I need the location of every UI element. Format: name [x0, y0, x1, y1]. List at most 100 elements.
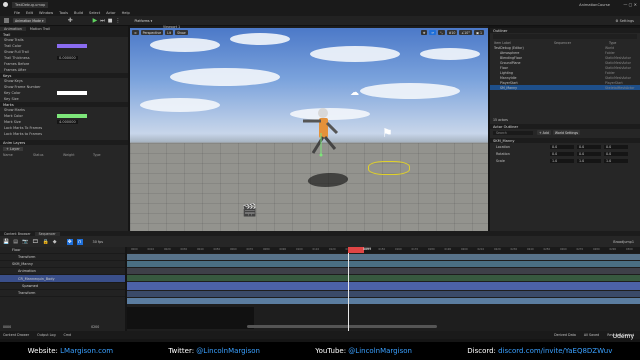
transform-y-input[interactable]: 0.0: [577, 151, 601, 156]
trail-color-swatch[interactable]: [57, 44, 87, 48]
playhead-marker[interactable]: [348, 247, 364, 253]
mark-color-swatch[interactable]: [57, 114, 87, 118]
transform-row: Rotation 0.0 0.0 0.0: [490, 150, 640, 157]
add-component-button[interactable]: + Add: [537, 130, 551, 135]
camera-speed-icon[interactable]: ▣ 1: [473, 30, 484, 35]
player-start-flag-icon[interactable]: ⚑: [382, 126, 393, 140]
window-controls[interactable]: — ▢ ✕: [623, 2, 637, 7]
transform-y-input[interactable]: 1.0: [577, 158, 601, 163]
key-icon[interactable]: ◆: [53, 239, 57, 245]
menu-select[interactable]: Select: [89, 11, 100, 15]
transform-z-input[interactable]: 0.0: [604, 144, 628, 149]
viewport-menu-button[interactable]: ≡: [132, 30, 139, 35]
track-row[interactable]: Transform: [0, 290, 125, 297]
step-icon[interactable]: ⏭: [100, 18, 105, 24]
outliner-row[interactable]: SM_Manny SkeletalMeshActor: [490, 85, 640, 90]
tab-content-browser[interactable]: Content Browser: [0, 232, 35, 236]
discord-link[interactable]: discord.com/invite/YaEQ8DZWuv: [498, 347, 612, 355]
menu-actor[interactable]: Actor: [106, 11, 115, 15]
save-sequence-icon[interactable]: 💾: [3, 239, 9, 245]
outliner-search[interactable]: [493, 34, 637, 39]
fps-dropdown[interactable]: 30 fps: [93, 240, 104, 244]
tab-motion-trail[interactable]: Motion Trail: [26, 27, 54, 31]
render-icon[interactable]: 🎞: [32, 239, 38, 245]
twitter-link[interactable]: @LincolnMargison: [196, 347, 260, 355]
outliner-row[interactable]: Floor StaticMeshActor: [490, 65, 640, 70]
output-log-button[interactable]: Output Log: [37, 333, 55, 337]
level-tab[interactable]: TestDebug.umap: [12, 1, 49, 8]
website-link[interactable]: LMargison.com: [60, 347, 113, 355]
track-row[interactable]: Spawned: [0, 283, 125, 290]
options-icon[interactable]: ⋮: [115, 18, 120, 24]
key-color-swatch[interactable]: [57, 91, 87, 95]
outliner-item-type: StaticMeshActor: [605, 60, 631, 65]
breadcrumb-sequence[interactable]: BroadJump1: [613, 240, 634, 244]
youtube-link[interactable]: @LincolnMargison: [348, 347, 412, 355]
grid-snap-icon[interactable]: #10: [446, 30, 458, 35]
track-row[interactable]: Animation: [0, 268, 125, 275]
tab-animation[interactable]: Animation: [0, 27, 26, 31]
outliner-tab[interactable]: Outliner: [490, 28, 640, 33]
play-icon[interactable]: ▶: [93, 17, 98, 24]
details-search-input[interactable]: Search: [493, 130, 533, 135]
track-row[interactable]: CR_Mannequin_Body: [0, 275, 125, 283]
settings-button[interactable]: ⚙ Settings: [615, 19, 634, 23]
cmd-input[interactable]: Cmd: [64, 333, 72, 337]
perspective-button[interactable]: Perspective: [140, 30, 164, 35]
sequencer-timeline[interactable]: 0000 0010 0020 0030 0040 0050 0060 0070 0080 0090…: [127, 247, 640, 331]
ruler-tick-label: 0110: [312, 248, 320, 251]
add-icon[interactable]: ✚: [68, 17, 73, 24]
add-layer-button[interactable]: + Layer: [3, 146, 23, 151]
outliner-row[interactable]: GroundPlane StaticMeshActor: [490, 60, 640, 65]
trigger-volume-icon[interactable]: [368, 161, 410, 175]
character-mannequin[interactable]: [295, 103, 350, 163]
menu-edit[interactable]: Edit: [26, 11, 33, 15]
transform-x-input[interactable]: 0.0: [550, 151, 574, 156]
level-viewport[interactable]: ≡ Perspective Lit Show ✥ ⟳ ⤡ #10 ∠10° ▣ …: [130, 28, 488, 231]
stop-icon[interactable]: ■: [108, 18, 113, 24]
browse-icon[interactable]: ▤: [13, 239, 18, 245]
mode-dropdown[interactable]: Animation Mode ▾: [13, 18, 46, 23]
menu-tools[interactable]: Tools: [59, 11, 68, 15]
derived-data-button[interactable]: Derived Data: [554, 333, 576, 337]
outliner-row[interactable]: MannyIdle StaticMeshActor: [490, 75, 640, 80]
timeline-scrollbar[interactable]: [247, 325, 437, 328]
menu-help[interactable]: Help: [122, 11, 130, 15]
angle-snap-icon[interactable]: ∠10°: [459, 30, 472, 35]
menu-window[interactable]: Window: [39, 11, 53, 15]
trail-thickness-input[interactable]: 0.000000: [57, 56, 78, 60]
scale-icon[interactable]: ⤡: [438, 30, 445, 35]
transform-y-input[interactable]: 0.0: [577, 144, 601, 149]
tab-sequencer[interactable]: Sequencer: [34, 231, 60, 236]
track-row[interactable]: Floor: [0, 247, 125, 254]
sky-light-icon[interactable]: ☁: [350, 88, 359, 98]
translate-icon[interactable]: ✥: [420, 30, 428, 35]
show-button[interactable]: Show: [175, 30, 188, 35]
range-start[interactable]: 0000: [3, 325, 11, 329]
transform-x-input[interactable]: 1.0: [550, 158, 574, 163]
transform-z-input[interactable]: 0.0: [604, 151, 628, 156]
track-row[interactable]: SKM_Manny: [0, 261, 125, 268]
world-settings-button[interactable]: World Settings: [552, 130, 581, 135]
time-ruler[interactable]: 0000 0010 0020 0030 0040 0050 0060 0070 0080 0090…: [127, 247, 640, 253]
track-row[interactable]: Transform: [0, 254, 125, 261]
move-tool-icon[interactable]: ✥: [66, 238, 73, 245]
snap-icon[interactable]: 🔒: [43, 239, 49, 245]
rotate-icon[interactable]: ⟳: [429, 30, 437, 35]
mark-size-input[interactable]: 4.000000: [57, 120, 78, 124]
platforms-button[interactable]: Platforms ▾: [132, 18, 154, 23]
outliner-row[interactable]: BlendingFloor StaticMeshActor: [490, 55, 640, 60]
all-saved-button[interactable]: All Saved: [584, 333, 599, 337]
lit-button[interactable]: Lit: [165, 30, 174, 35]
outliner-row[interactable]: PlayerStart PlayerStart: [490, 80, 640, 85]
magnet-icon[interactable]: ∩: [76, 238, 83, 245]
save-icon[interactable]: [4, 18, 9, 23]
camera-icon[interactable]: 📷: [22, 239, 28, 245]
transform-z-input[interactable]: 1.0: [604, 158, 628, 163]
sequence-actor-clapper-icon[interactable]: 🎬: [242, 203, 257, 217]
range-end[interactable]: 0200: [91, 325, 99, 329]
menu-build[interactable]: Build: [74, 11, 83, 15]
menu-file[interactable]: File: [14, 11, 20, 15]
content-drawer-button[interactable]: Content Drawer: [3, 333, 29, 337]
transform-x-input[interactable]: 0.0: [550, 144, 574, 149]
